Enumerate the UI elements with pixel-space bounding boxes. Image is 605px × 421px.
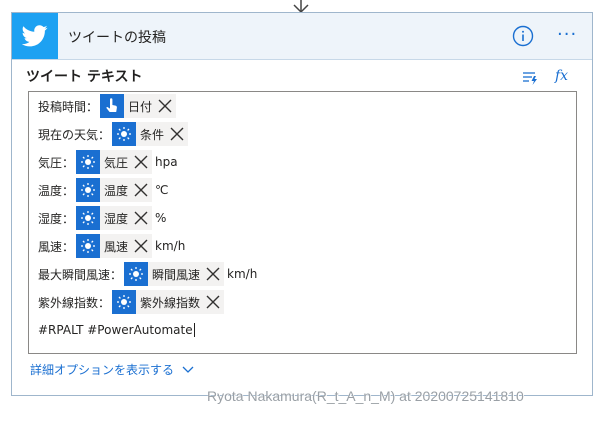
dynamic-token[interactable]: 瞬間風速: [124, 262, 225, 286]
sun-icon: [112, 122, 137, 146]
line-suffix: hpa: [155, 155, 178, 169]
remove-token-icon[interactable]: [168, 125, 186, 143]
remove-token-icon[interactable]: [156, 97, 174, 115]
expression-icon[interactable]: fx: [555, 68, 568, 84]
editor-line: 紫外線指数： 紫外線指数: [38, 290, 227, 314]
more-options-icon[interactable]: ···: [557, 26, 577, 44]
line-suffix: ℃: [155, 183, 169, 197]
remove-token-icon[interactable]: [132, 181, 150, 199]
line-suffix: km/h: [155, 239, 186, 253]
token-label: 温度: [104, 183, 129, 198]
dynamic-token[interactable]: 紫外線指数: [112, 290, 225, 314]
dynamic-token[interactable]: 日付: [100, 94, 177, 118]
dynamic-token[interactable]: 条件: [112, 122, 189, 146]
line-prefix: 現在の天気：: [38, 127, 111, 142]
line-prefix: 投稿時間：: [38, 99, 99, 114]
hand-pointer-icon: [100, 94, 125, 118]
editor-line: 現在の天気： 条件: [38, 122, 191, 146]
tweet-action-card: ツイートの投稿 ··· ツイート テキスト fx 投稿時間： 日付 現在の天気：…: [11, 12, 593, 396]
line-prefix: 最大瞬間風速：: [38, 267, 123, 282]
advanced-options-label: 詳細オプションを表示する: [30, 363, 175, 377]
remove-token-icon[interactable]: [204, 265, 222, 283]
token-label: 紫外線指数: [140, 295, 201, 310]
text-cursor: [193, 323, 195, 337]
editor-line: 風速： 風速 km/h: [38, 234, 185, 258]
sun-icon: [112, 290, 137, 314]
dynamic-token[interactable]: 温度: [76, 178, 153, 202]
sun-icon: [124, 262, 149, 286]
watermark-text: Ryota Nakamura(R_t_A_n_M) at 20200725141…: [207, 388, 524, 404]
line-prefix: 紫外線指数：: [38, 295, 111, 310]
action-header[interactable]: ツイートの投稿 ···: [12, 13, 592, 60]
line-prefix: 温度：: [38, 183, 75, 198]
remove-token-icon[interactable]: [132, 153, 150, 171]
show-advanced-options-link[interactable]: 詳細オプションを表示する: [30, 361, 194, 378]
token-label: 瞬間風速: [152, 267, 201, 282]
token-label: 湿度: [104, 211, 129, 226]
editor-line: 温度： 温度 ℃: [38, 178, 169, 202]
dynamic-token[interactable]: 湿度: [76, 206, 153, 230]
twitter-icon: [12, 13, 58, 59]
token-label: 気圧: [104, 155, 129, 170]
chevron-down-icon: [182, 366, 194, 373]
hashtags-text: #RPALT #PowerAutomate: [38, 323, 193, 337]
sun-icon: [76, 206, 101, 230]
dynamic-token[interactable]: 風速: [76, 234, 153, 258]
line-prefix: 風速：: [38, 239, 75, 254]
token-label: 日付: [128, 99, 153, 114]
editor-line: 気圧： 気圧 hpa: [38, 150, 178, 174]
remove-token-icon[interactable]: [204, 293, 222, 311]
sun-icon: [76, 178, 101, 202]
editor-line: 投稿時間： 日付: [38, 94, 179, 118]
remove-token-icon[interactable]: [132, 237, 150, 255]
editor-line: #RPALT #PowerAutomate: [38, 318, 195, 342]
remove-token-icon[interactable]: [132, 209, 150, 227]
dynamic-token[interactable]: 気圧: [76, 150, 153, 174]
token-label: 風速: [104, 239, 129, 254]
editor-line: 湿度： 湿度 %: [38, 206, 166, 230]
tweet-text-label: ツイート テキスト: [26, 69, 143, 85]
line-prefix: 湿度：: [38, 211, 75, 226]
dynamic-content-icon[interactable]: [522, 70, 538, 86]
info-icon[interactable]: [512, 25, 534, 47]
editor-line: 最大瞬間風速： 瞬間風速 km/h: [38, 262, 257, 286]
sun-icon: [76, 234, 101, 258]
token-label: 条件: [140, 127, 165, 142]
line-suffix: km/h: [227, 267, 258, 281]
action-title: ツイートの投稿: [68, 30, 166, 46]
sun-icon: [76, 150, 101, 174]
line-suffix: %: [155, 211, 167, 225]
line-prefix: 気圧：: [38, 155, 75, 170]
tweet-text-editor[interactable]: 投稿時間： 日付 現在の天気： 条件 気圧： 気圧 hpa 温度： 温度 ℃ 湿…: [28, 91, 577, 354]
